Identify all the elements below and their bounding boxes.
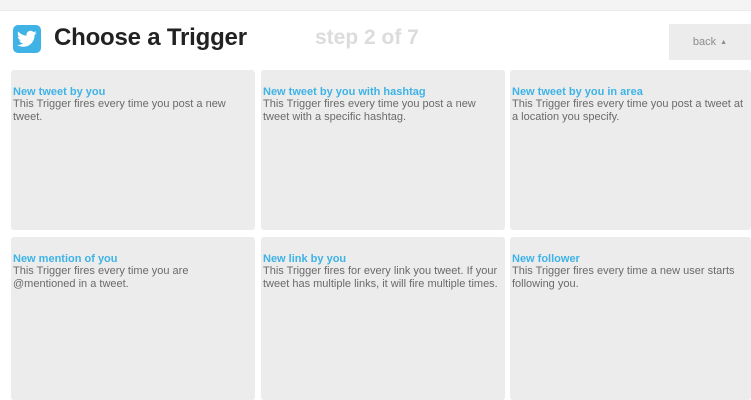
trigger-card-new-mention[interactable]: New mention of you This Trigger fires ev… (11, 237, 255, 400)
back-button[interactable]: back ▲ (669, 24, 751, 60)
trigger-grid: New tweet by you This Trigger fires ever… (11, 70, 751, 400)
trigger-title: New link by you (263, 253, 347, 265)
trigger-description: This Trigger fires every time a new user… (512, 265, 735, 290)
header: Choose a Trigger step 2 of 7 back ▲ (0, 10, 751, 68)
page: Choose a Trigger step 2 of 7 back ▲ New t… (0, 0, 751, 400)
trigger-title: New tweet by you (13, 86, 106, 98)
trigger-card-new-follower[interactable]: New follower This Trigger fires every ti… (510, 237, 751, 400)
trigger-title: New tweet by you with hashtag (263, 86, 426, 98)
trigger-card-new-tweet-area[interactable]: New tweet by you in area This Trigger fi… (510, 70, 751, 230)
caret-up-icon: ▲ (720, 39, 728, 46)
trigger-title: New follower (512, 253, 580, 265)
step-indicator: step 2 of 7 (315, 26, 419, 49)
trigger-description: This Trigger fires for every link you tw… (263, 265, 498, 290)
trigger-title: New mention of you (13, 253, 118, 265)
twitter-bird-icon (13, 25, 41, 53)
trigger-card-new-tweet[interactable]: New tweet by you This Trigger fires ever… (11, 70, 255, 230)
trigger-card-new-tweet-hashtag[interactable]: New tweet by you with hashtag This Trigg… (261, 70, 505, 230)
trigger-description: This Trigger fires every time you post a… (13, 98, 226, 123)
trigger-card-new-link[interactable]: New link by you This Trigger fires for e… (261, 237, 505, 400)
page-title: Choose a Trigger (54, 24, 247, 51)
trigger-title: New tweet by you in area (512, 86, 643, 98)
trigger-description: This Trigger fires every time you post a… (263, 98, 476, 123)
trigger-description: This Trigger fires every time you are @m… (13, 265, 189, 290)
trigger-description: This Trigger fires every time you post a… (512, 98, 744, 123)
back-button-label: back (692, 36, 717, 48)
